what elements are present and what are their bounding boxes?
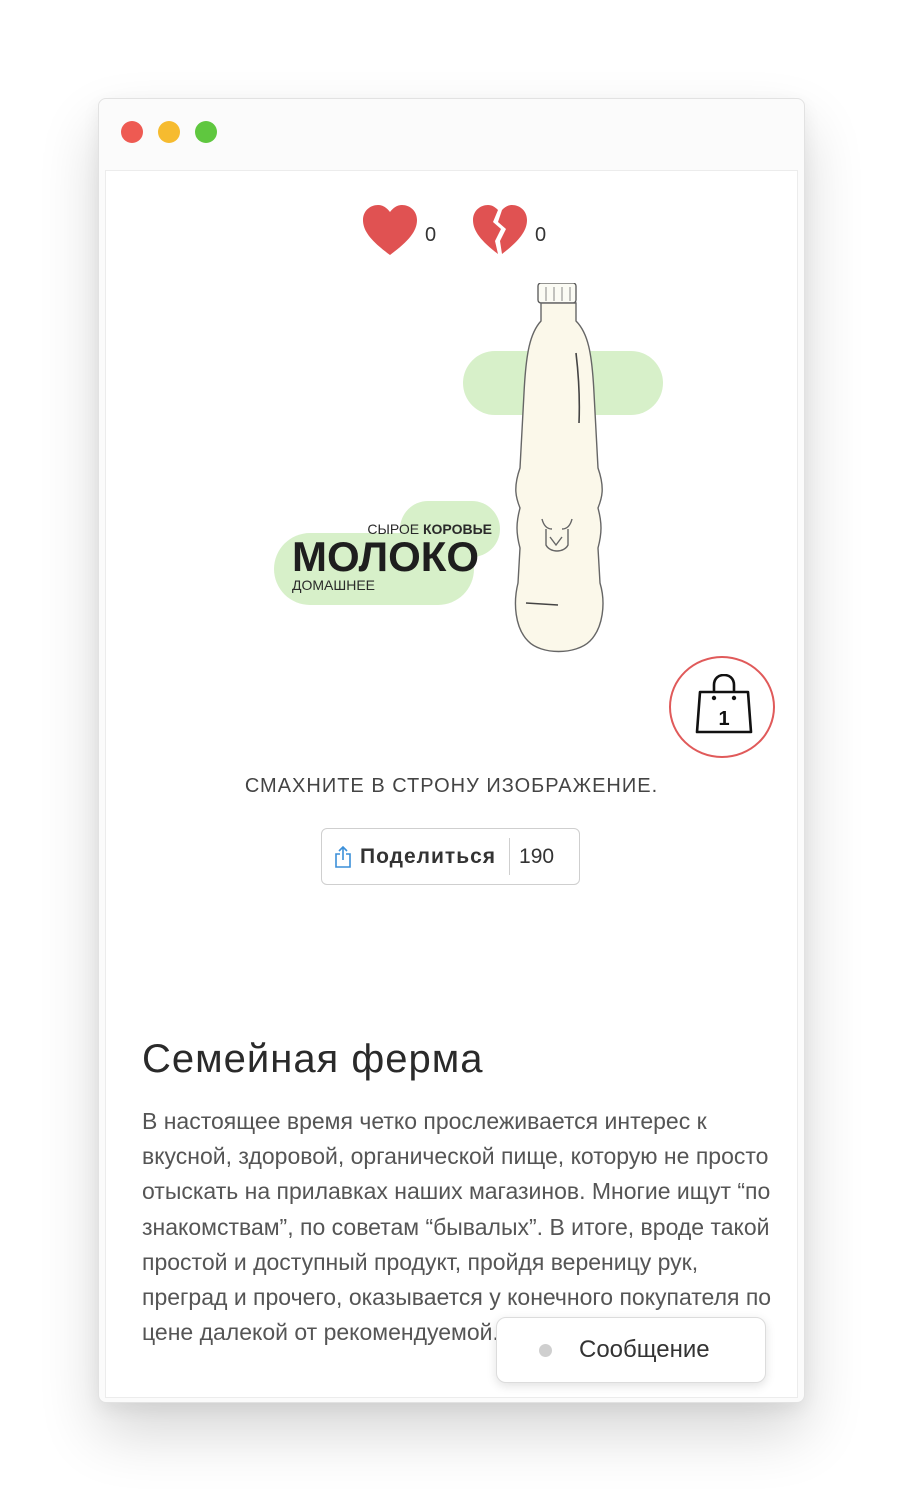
zoom-window-button[interactable] bbox=[195, 121, 217, 143]
heart-icon bbox=[361, 203, 419, 262]
share-label: Поделиться bbox=[360, 844, 497, 868]
milk-bottle-image bbox=[506, 282, 611, 660]
section-title: Семейная ферма bbox=[142, 1037, 484, 1081]
swipe-hint: СМАХНИТЕ В СТРОНУ ИЗОБРАЖЕНИЕ. bbox=[244, 775, 659, 797]
product-image-swiper[interactable]: СЫРОЕ КОРОВЬЕ МОЛОКО ДОМАШНЕЕ 1 bbox=[106, 271, 797, 758]
dislike-count: 0 bbox=[535, 224, 547, 246]
dislike-button[interactable]: 0 bbox=[471, 203, 546, 262]
page-content: 0 0 СЫРОЕ КОРОВЬЕ МОЛОКО ДОМАШНЕЕ 1 СМАХ… bbox=[105, 170, 798, 1398]
broken-heart-icon bbox=[471, 203, 529, 262]
like-count: 0 bbox=[425, 224, 437, 246]
window-titlebar bbox=[99, 99, 804, 170]
cart-button[interactable]: 1 bbox=[669, 656, 775, 758]
product-logo: СЫРОЕ КОРОВЬЕ МОЛОКО ДОМАШНЕЕ bbox=[292, 521, 492, 593]
logo-main-word: МОЛОКО bbox=[292, 533, 480, 580]
close-window-button[interactable] bbox=[121, 121, 143, 143]
share-button[interactable]: Поделиться bbox=[322, 829, 496, 884]
status-dot-icon bbox=[539, 1343, 552, 1357]
share-icon bbox=[334, 845, 352, 868]
share-count: 190 bbox=[519, 844, 555, 868]
section-text: В настоящее время четко прослеживается и… bbox=[142, 1108, 772, 1346]
cart-count: 1 bbox=[718, 708, 730, 730]
reactions-bar: 0 0 bbox=[106, 203, 797, 263]
share-widget: Поделиться 190 bbox=[321, 828, 580, 885]
message-label: Сообщение bbox=[579, 1336, 710, 1363]
minimize-window-button[interactable] bbox=[158, 121, 180, 143]
message-button[interactable]: Сообщение bbox=[496, 1317, 766, 1383]
browser-window: 0 0 СЫРОЕ КОРОВЬЕ МОЛОКО ДОМАШНЕЕ 1 СМАХ… bbox=[98, 98, 805, 1403]
like-button[interactable]: 0 bbox=[361, 203, 436, 262]
